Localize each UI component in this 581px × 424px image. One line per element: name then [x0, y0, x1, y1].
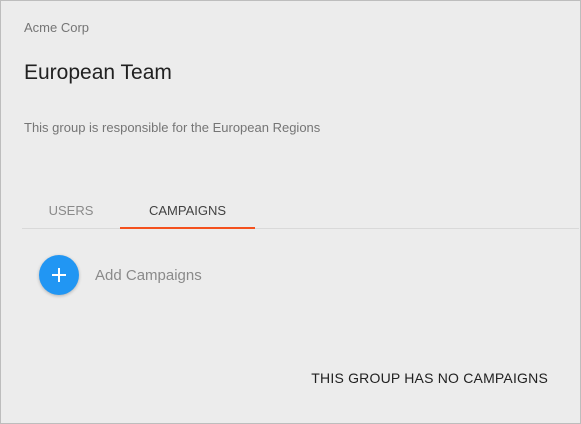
add-campaign-button[interactable]: [39, 255, 79, 295]
group-title: European Team: [24, 61, 172, 84]
group-description: This group is responsible for the Europe…: [24, 120, 321, 135]
tab-bar: USERS CAMPAIGNS: [22, 194, 579, 229]
active-tab-indicator: [120, 227, 255, 229]
plus-icon: [52, 268, 66, 282]
tab-campaigns[interactable]: CAMPAIGNS: [120, 194, 255, 228]
add-campaigns-action[interactable]: Add Campaigns: [39, 255, 202, 295]
add-campaigns-label[interactable]: Add Campaigns: [95, 267, 202, 284]
empty-state-message: THIS GROUP HAS NO CAMPAIGNS: [311, 370, 548, 386]
organization-name: Acme Corp: [24, 20, 90, 35]
tab-users[interactable]: USERS: [22, 194, 120, 228]
group-detail-panel: Acme Corp European Team This group is re…: [0, 0, 581, 424]
